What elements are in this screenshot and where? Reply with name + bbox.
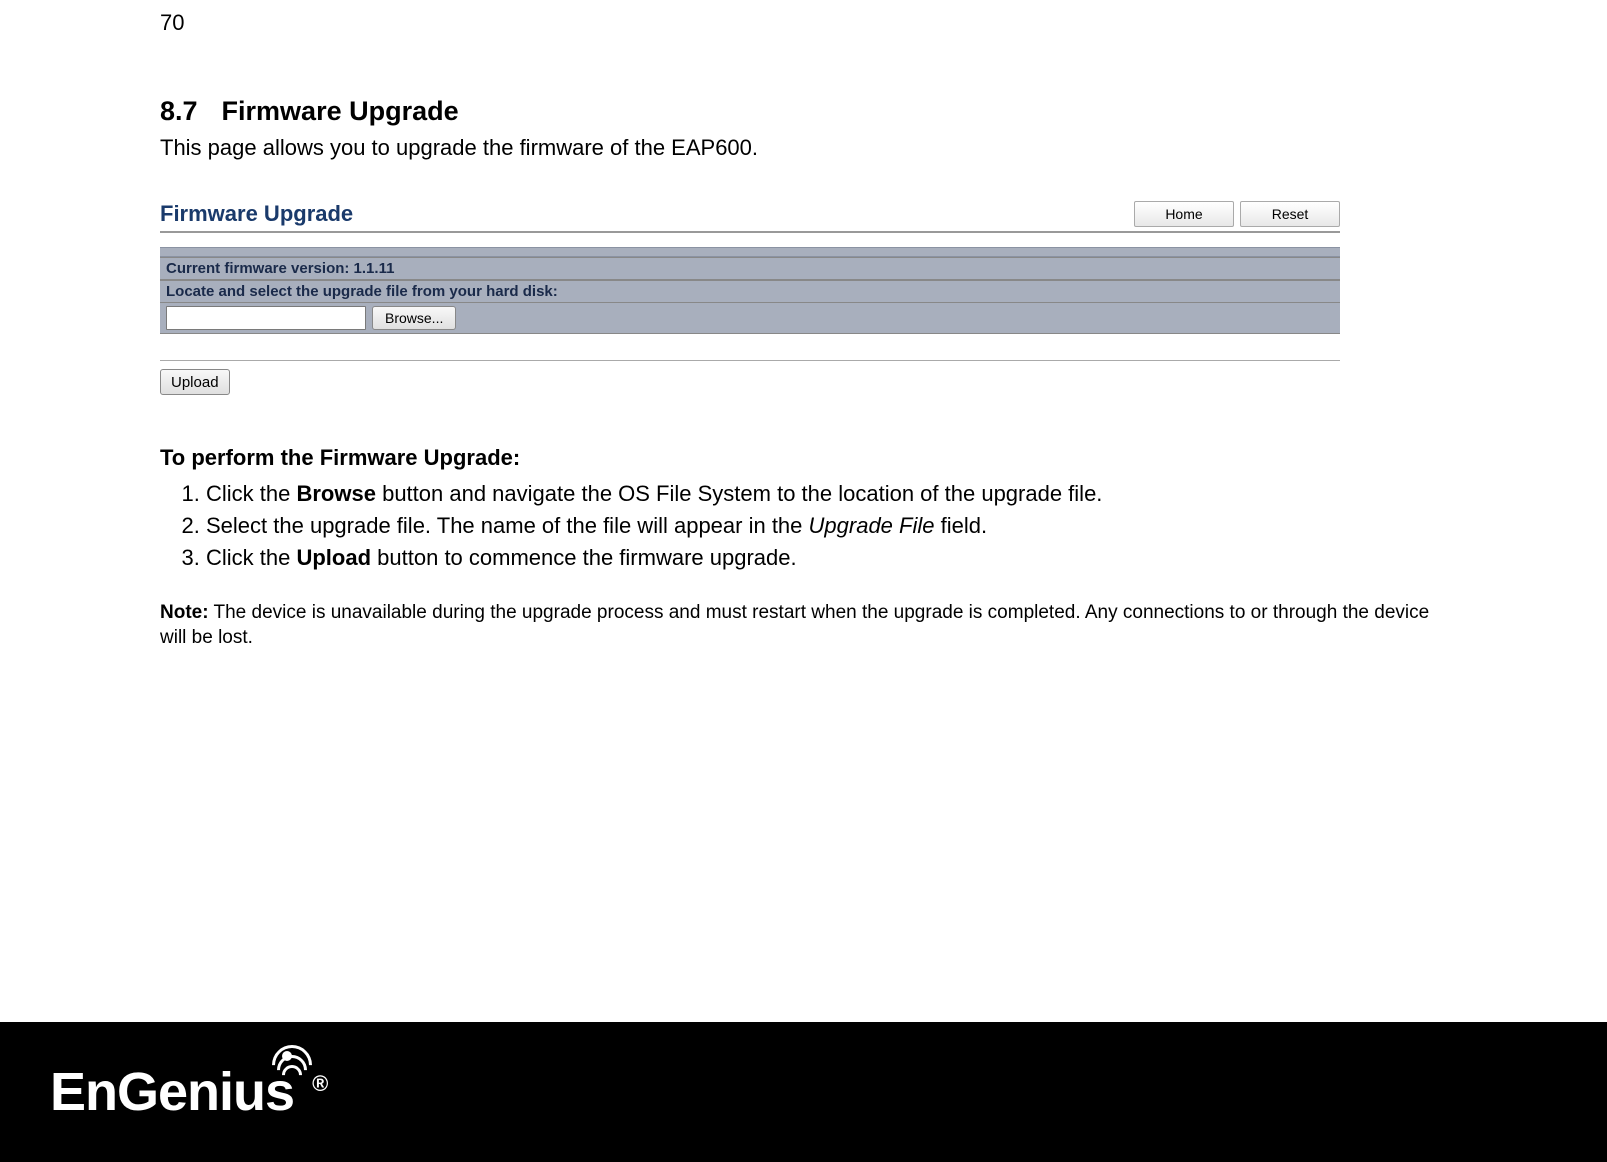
section-title: Firmware Upgrade: [222, 96, 459, 126]
instructions-heading: To perform the Firmware Upgrade:: [160, 445, 1447, 471]
panel-separator: [160, 247, 1340, 257]
section-number: 8.7: [160, 96, 198, 126]
section-heading: 8.7 Firmware Upgrade: [160, 96, 1447, 127]
note-text: The device is unavailable during the upg…: [160, 602, 1429, 648]
note-block: Note: The device is unavailable during t…: [160, 601, 1447, 650]
step-1: Click the Browse button and navigate the…: [206, 481, 1447, 507]
panel-header-buttons: Home Reset: [1134, 201, 1340, 227]
page-footer: EnGenius ®: [0, 1022, 1607, 1162]
browse-button[interactable]: Browse...: [372, 306, 456, 330]
reset-button[interactable]: Reset: [1240, 201, 1340, 227]
panel-title: Firmware Upgrade: [160, 201, 353, 227]
upload-button[interactable]: Upload: [160, 369, 230, 395]
signal-icon: [282, 1051, 318, 1087]
step-2: Select the upgrade file. The name of the…: [206, 513, 1447, 539]
page-number: 70: [160, 10, 1447, 36]
firmware-upgrade-panel: Firmware Upgrade Home Reset Current firm…: [160, 201, 1340, 395]
instruction-steps: Click the Browse button and navigate the…: [160, 481, 1447, 571]
document-page: 70 8.7 Firmware Upgrade This page allows …: [0, 0, 1607, 650]
step-3: Click the Upload button to commence the …: [206, 545, 1447, 571]
engenius-logo: EnGenius ®: [50, 1061, 327, 1123]
home-button[interactable]: Home: [1134, 201, 1234, 227]
note-label: Note:: [160, 602, 209, 623]
intro-text: This page allows you to upgrade the firm…: [160, 135, 1447, 161]
firmware-version-row: Current firmware version: 1.1.11: [160, 257, 1340, 280]
panel-header: Firmware Upgrade Home Reset: [160, 201, 1340, 233]
file-select-row: Browse...: [160, 303, 1340, 334]
logo-text: EnGenius: [50, 1062, 294, 1122]
file-path-input[interactable]: [166, 306, 366, 330]
panel-divider: [160, 360, 1340, 361]
locate-file-row: Locate and select the upgrade file from …: [160, 280, 1340, 303]
